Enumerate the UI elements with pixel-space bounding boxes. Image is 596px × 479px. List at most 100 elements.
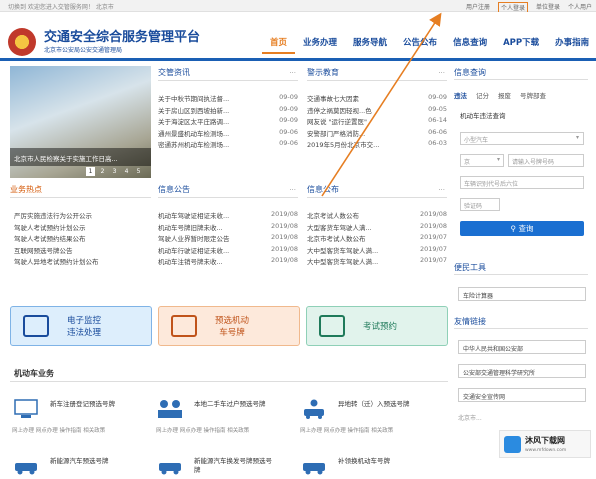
list-item[interactable]: 驾驶人考试预约结果公布 <box>14 233 152 245</box>
list-item[interactable]: 2019年5月份北京市交... 06-03 <box>307 139 447 151</box>
car-icon <box>15 463 37 475</box>
exam-booking-button[interactable]: 考试预约 <box>306 306 448 346</box>
site-subtitle: 北京市公安局公安交通管理局 <box>44 47 123 54</box>
tab-plate[interactable]: 号牌部查 <box>520 90 546 100</box>
list-item[interactable]: 互联网预选号牌公告 <box>14 245 152 257</box>
vehicle-item-transfer-in[interactable]: 异地转（迁）入预选号牌 网上办理 网点办理 操作指南 相关政策 <box>300 398 440 438</box>
plate-prefix-select[interactable]: 京 ▾ <box>460 154 504 167</box>
nav-business[interactable]: 业务办理 <box>295 32 345 54</box>
nav-info-query[interactable]: 信息查询 <box>445 32 495 54</box>
e-monitor-violation-button[interactable]: 电子监控 违法处理 <box>10 306 152 346</box>
list-item[interactable]: 违停之祸莫因轻视...色 09-05 <box>307 105 447 117</box>
carousel-page-4[interactable]: 4 <box>122 167 131 176</box>
preselect-plate-label: 预选机动 车号牌 <box>215 316 250 338</box>
nav-guide[interactable]: 办事指南 <box>547 32 596 54</box>
exam-booking-label: 考试预约 <box>363 322 398 332</box>
tab-points[interactable]: 记分 <box>476 90 489 100</box>
insurance-calculator-link[interactable]: 车险计算器 <box>458 287 586 301</box>
watermark-name: 沐风下载网 <box>525 436 565 445</box>
welcome-text: 切换到 欢迎您进入交管服务网！ 北京市 <box>8 4 114 11</box>
plate-number-input[interactable]: 请输入号牌号码 <box>508 154 584 167</box>
list-item[interactable]: 机动车驾驶证相证未收... 2019/08 <box>158 210 298 222</box>
friend-links-title: 友情链接 <box>454 317 486 326</box>
list-item[interactable]: 驾驶人考试预约计划公示 <box>14 222 152 234</box>
warning-header: 警示教育 ... <box>307 67 447 81</box>
car-type-select[interactable]: 小型汽车 ▾ <box>460 132 584 145</box>
vehicle-item-reissue-plate[interactable]: 补领换机动车号牌 <box>300 455 440 477</box>
publish-header: 信息公布 ... <box>307 184 447 198</box>
nav-service-guide[interactable]: 服务导航 <box>345 32 395 54</box>
header-divider <box>0 58 596 61</box>
vin-input[interactable]: 车辆识别代号后六位 <box>460 176 584 189</box>
vehicle-item-new-energy[interactable]: 新能源汽车预选号牌 <box>12 455 152 477</box>
carousel-page-1[interactable]: 1 <box>86 167 95 176</box>
car-icon <box>303 463 325 475</box>
vehicle-item-new-registration[interactable]: 新车注册登记预选号牌 网上办理 网点办理 操作指南 相关政策 <box>12 398 152 438</box>
query-submit-button[interactable]: ⚲ 查询 <box>460 221 584 236</box>
friend-links-header: 友情链接 <box>454 316 588 329</box>
news-header: 交管资讯 ... <box>158 67 298 81</box>
list-item[interactable]: 安警部门严格消防... 06-06 <box>307 128 447 140</box>
publish-title: 信息公布 <box>307 185 339 194</box>
list-item[interactable]: 大中型客货车驾驶人满... 2019/07 <box>307 256 447 268</box>
publish-more-link[interactable]: ... <box>438 184 445 192</box>
list-item[interactable]: 网友说 "运行逆置医" 06-14 <box>307 116 447 128</box>
list-item[interactable]: 驾驶人业界暂时限定公告 2019/08 <box>158 233 298 245</box>
carousel-caption[interactable]: 北京市人民检察关于实施工作日高... <box>10 148 151 166</box>
car-person-icon <box>304 399 324 419</box>
license-plate-icon <box>171 315 197 337</box>
news-more-link[interactable]: ... <box>289 67 296 75</box>
watermark-logo-icon <box>504 436 521 453</box>
tab-scrap[interactable]: 报废 <box>498 90 511 100</box>
carousel-page-5[interactable]: 5 <box>134 167 143 176</box>
carousel-pager: 1 2 3 4 5 <box>86 167 143 176</box>
captcha-input[interactable]: 验证码 <box>460 198 500 211</box>
friend-link[interactable]: 中华人民共和国公安部 <box>458 340 586 354</box>
list-item[interactable]: 严厉实施违法行为公开公示 <box>14 210 152 222</box>
hot-topics-list: 严厉实施违法行为公开公示 驾驶人考试预约计划公示 驾驶人考试预约结果公布 互联网… <box>14 210 152 268</box>
list-item[interactable]: 大中型客货车驾驶人满... 2019/07 <box>307 245 447 257</box>
nav-announcements[interactable]: 公告公布 <box>395 32 445 54</box>
site-watermark: 沐风下载网 www.mfdown.com <box>499 430 591 458</box>
nav-home[interactable]: 首页 <box>262 32 296 54</box>
site-header: 交通安全综合服务管理平台 北京市公安局公安交通管理局 首页 业务办理 服务导航 … <box>0 12 596 58</box>
vehicle-item-local-transfer[interactable]: 本地二手车过户预选号牌 网上办理 网点办理 操作指南 相关政策 <box>156 398 296 438</box>
people-icon <box>158 400 182 418</box>
monitor-camera-icon <box>23 315 49 337</box>
friend-link[interactable]: 交通安全宣传网 <box>458 388 586 402</box>
list-item[interactable]: 北京考试人数公布 2019/08 <box>307 210 447 222</box>
nav-app-download[interactable]: APP下载 <box>495 32 547 54</box>
list-item[interactable]: 通州景盛机动车检测场... 09-06 <box>158 128 298 140</box>
vehicle-item-new-energy-replace[interactable]: 新能源汽车换发号牌预选号牌 <box>156 455 296 477</box>
list-item[interactable]: 驾驶人异地考试预约计划公布 <box>14 256 152 268</box>
list-item[interactable]: 北京市考试人数公布 2019/07 <box>307 233 447 245</box>
list-item[interactable]: 大型客货车驾驶人满... 2019/08 <box>307 222 447 234</box>
search-icon: ⚲ <box>510 224 517 233</box>
carousel-page-2[interactable]: 2 <box>98 167 107 176</box>
news-carousel[interactable]: 北京市人民检察关于实施工作日高... 1 2 3 4 5 <box>10 66 151 178</box>
bulletin-more-link[interactable]: ... <box>289 184 296 192</box>
bulletin-title: 信息公告 <box>158 185 190 194</box>
carousel-page-3[interactable]: 3 <box>110 167 119 176</box>
tab-violation[interactable]: 违法 <box>454 90 467 100</box>
warning-title: 警示教育 <box>307 68 339 77</box>
bulletin-list: 机动车驾驶证相证未收... 2019/08 机动车号牌旧牌未收... 2019/08… <box>158 210 298 268</box>
hot-topics-title: 业务热点 <box>10 185 42 194</box>
query-header: 信息查询 <box>454 67 588 80</box>
bulletin-header: 信息公告 ... <box>158 184 298 198</box>
exam-form-icon <box>319 315 345 337</box>
list-item[interactable]: 关于中秋节期间执法督... 09-09 <box>158 93 298 105</box>
list-item[interactable]: 关于房山区到西坡拍新... 09-09 <box>158 105 298 117</box>
list-item[interactable]: 机动车注销号牌未收... 2019/08 <box>158 256 298 268</box>
list-item[interactable]: 机动车号牌旧牌未收... 2019/08 <box>158 222 298 234</box>
warning-more-link[interactable]: ... <box>438 67 445 75</box>
list-item[interactable]: 密通苏州机动车检测场... 09-06 <box>158 139 298 151</box>
friend-link[interactable]: 公安部交通管理科学研究所 <box>458 364 586 378</box>
friend-link[interactable]: 北京市... <box>458 413 482 422</box>
list-item[interactable]: 机动车行驶证相证未收... 2019/08 <box>158 245 298 257</box>
list-item[interactable]: 关于海淀区太平庄路调... 09-09 <box>158 116 298 128</box>
site-title: 交通安全综合服务管理平台 <box>44 30 201 45</box>
preselect-plate-button[interactable]: 预选机动 车号牌 <box>158 306 300 346</box>
list-item[interactable]: 交通事故七大因素 09-09 <box>307 93 447 105</box>
publish-list: 北京考试人数公布 2019/08 大型客货车驾驶人满... 2019/08 北京市考… <box>307 210 447 268</box>
